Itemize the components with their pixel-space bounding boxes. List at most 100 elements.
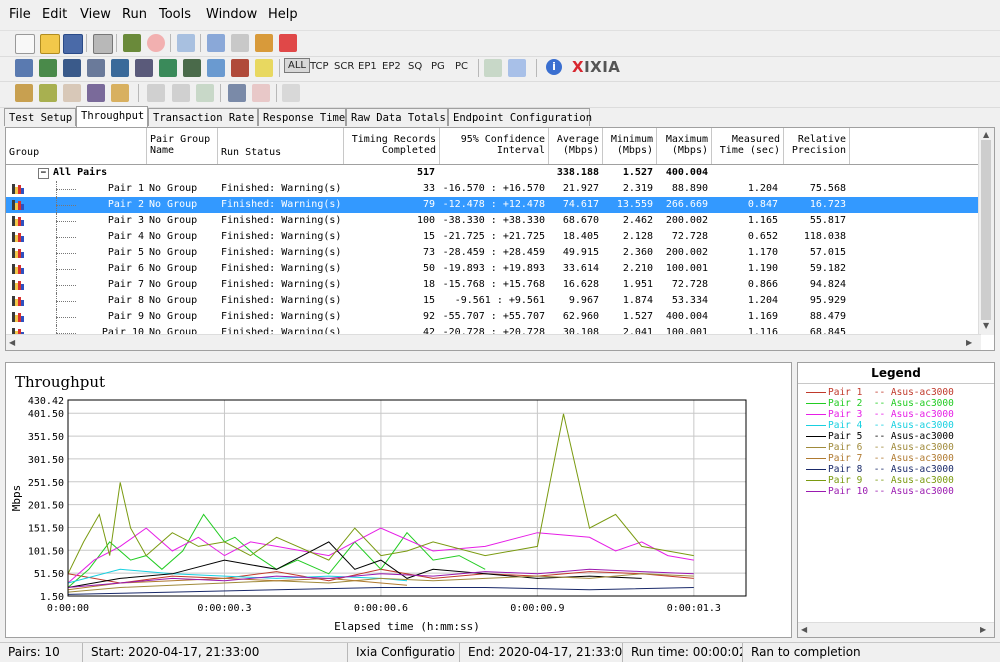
table-row[interactable]: Pair 3 No Group Finished: Warning(s) 100 -38… (6, 213, 981, 229)
test-setup-icon[interactable] (15, 84, 33, 102)
menu-tools[interactable]: Tools (159, 7, 191, 22)
toolbar-separator (276, 84, 277, 102)
y-tick-label: 51.50 (34, 569, 64, 580)
x-tick-label: 0:00:00.9 (510, 603, 564, 614)
table-row[interactable]: Pair 4 No Group Finished: Warning(s) 15 -21.… (6, 229, 981, 245)
edit-pair-icon[interactable] (111, 59, 129, 77)
open-folder-icon[interactable] (40, 34, 60, 54)
table-row[interactable]: Pair 1 No Group Finished: Warning(s) 33 -16.… (6, 181, 981, 197)
scroll-right-icon[interactable]: ▶ (966, 338, 972, 347)
scroll-thumb[interactable] (981, 140, 991, 320)
filter-pg-button[interactable]: PG (431, 61, 445, 72)
scroll-left-icon[interactable]: ◀ (9, 338, 15, 347)
table-row[interactable]: Pair 5 No Group Finished: Warning(s) 73 -28.… (6, 245, 981, 261)
menu-run[interactable]: Run (122, 7, 147, 22)
split-icon[interactable] (87, 59, 105, 77)
pane-splitter[interactable] (0, 352, 1000, 361)
ixia-logo-x: X (572, 58, 585, 76)
tab-response-time[interactable]: Response Time (258, 108, 346, 126)
col-average[interactable]: Average (Mbps) (549, 128, 603, 164)
pair-sort-icon[interactable] (196, 84, 214, 102)
table-row[interactable]: Pair 8 No Group Finished: Warning(s) 15 -9.5… (6, 293, 981, 309)
export-icon[interactable] (484, 59, 502, 77)
print-icon[interactable] (93, 34, 113, 54)
measured-time: 1.204 (747, 295, 778, 306)
new-file-icon[interactable] (15, 34, 35, 54)
summary-row[interactable]: − All Pairs 517 338.188 1.527 400.004 (6, 165, 981, 181)
help-question-icon[interactable] (255, 59, 273, 77)
grid-icon[interactable] (231, 59, 249, 77)
add-pair-icon[interactable] (39, 59, 57, 77)
copy-icon[interactable] (231, 34, 249, 52)
pair-move-up-icon[interactable] (147, 84, 165, 102)
average-mbps: 18.405 (562, 231, 599, 242)
table-row[interactable]: Pair 9 No Group Finished: Warning(s) 92 -55.… (6, 309, 981, 325)
table-row[interactable]: Pair 7 No Group Finished: Warning(s) 18 -15.… (6, 277, 981, 293)
menu-window[interactable]: Window (206, 7, 257, 22)
tab-throughput[interactable]: Throughput (76, 106, 148, 127)
col-confidence[interactable]: 95% Confidence Interval (440, 128, 549, 164)
window-icon[interactable] (207, 59, 225, 77)
collapse-toggle-icon[interactable]: − (38, 168, 49, 179)
tab-transaction-rate[interactable]: Transaction Rate (148, 108, 258, 126)
grid-vertical-scrollbar[interactable]: ▲ ▼ (978, 128, 994, 335)
filter-tcp-button[interactable]: TCP (310, 61, 329, 72)
paste-icon[interactable] (255, 34, 273, 52)
graph-icon[interactable] (183, 59, 201, 77)
filter-pc-button[interactable]: PC (455, 61, 468, 72)
tab-test-setup[interactable]: Test Setup (4, 108, 76, 126)
minimum-mbps: 2.360 (622, 247, 653, 258)
legend-scrollbar[interactable]: ◀ ▶ (798, 622, 994, 637)
table-row[interactable]: Pair 6 No Group Finished: Warning(s) 50 -19.… (6, 261, 981, 277)
col-timing-records[interactable]: Timing Records Completed (344, 128, 440, 164)
col-group[interactable]: Group (6, 128, 147, 164)
tab-endpoint-configuration[interactable]: Endpoint Configuration (448, 108, 592, 126)
legend-scroll-left-icon[interactable]: ◀ (801, 625, 807, 634)
save-icon[interactable] (63, 34, 83, 54)
options-icon[interactable] (508, 59, 526, 77)
col-maximum[interactable]: Maximum (Mbps) (657, 128, 712, 164)
pair-icon[interactable] (15, 59, 33, 77)
menu-view[interactable]: View (80, 7, 111, 22)
filter-ep1-button[interactable]: EP1 (358, 61, 377, 72)
grid-header: Group Pair Group Name Run Status Timing … (6, 128, 981, 165)
menu-edit[interactable]: Edit (42, 7, 67, 22)
filter-icon[interactable] (282, 84, 300, 102)
menu-help[interactable]: Help (268, 7, 298, 22)
pair-chart-icon (12, 200, 24, 210)
grid-horizontal-scrollbar[interactable]: ◀ ▶ (6, 334, 981, 350)
wizard-icon[interactable] (39, 84, 57, 102)
scroll-up-icon[interactable]: ▲ (983, 130, 989, 139)
legend-scroll-right-icon[interactable]: ▶ (980, 625, 986, 634)
tab-raw-data-totals[interactable]: Raw Data Totals (346, 108, 448, 126)
col-measured-time[interactable]: Measured Time (sec) (712, 128, 784, 164)
multicast-icon[interactable] (63, 59, 81, 77)
run-status: Finished: Warning(s) (221, 295, 342, 306)
filter-scr-button[interactable]: SCR (334, 61, 354, 72)
expand-icon[interactable] (228, 84, 246, 102)
endpoint-icon[interactable] (135, 59, 153, 77)
filter-sq-button[interactable]: SQ (408, 61, 422, 72)
scroll-down-icon[interactable]: ▼ (983, 321, 989, 330)
endpoints-icon[interactable] (87, 84, 105, 102)
filter-ep2-button[interactable]: EP2 (382, 61, 401, 72)
refresh-icon[interactable] (177, 34, 195, 52)
delete-icon[interactable] (279, 34, 297, 52)
script-icon[interactable] (159, 59, 177, 77)
menu-file[interactable]: File (9, 7, 31, 22)
col-pair-group-name[interactable]: Pair Group Name (147, 128, 218, 164)
run-icon[interactable] (123, 34, 141, 52)
col-minimum[interactable]: Minimum (Mbps) (603, 128, 657, 164)
report-icon[interactable] (111, 84, 129, 102)
pair-move-down-icon[interactable] (172, 84, 190, 102)
col-relative-precision[interactable]: Relative Precision (784, 128, 850, 164)
info-icon[interactable]: i (546, 59, 562, 75)
col-run-status[interactable]: Run Status (218, 128, 344, 164)
collapse-icon[interactable] (252, 84, 270, 102)
filter-all-button[interactable]: ALL (284, 58, 310, 73)
stop-icon[interactable] (147, 34, 165, 52)
x-axis-label: Elapsed time (h:mm:ss) (334, 620, 480, 633)
check-icon[interactable] (63, 84, 81, 102)
table-row[interactable]: Pair 2 No Group Finished: Warning(s) 79 -12.… (6, 197, 981, 213)
cut-icon[interactable] (207, 34, 225, 52)
